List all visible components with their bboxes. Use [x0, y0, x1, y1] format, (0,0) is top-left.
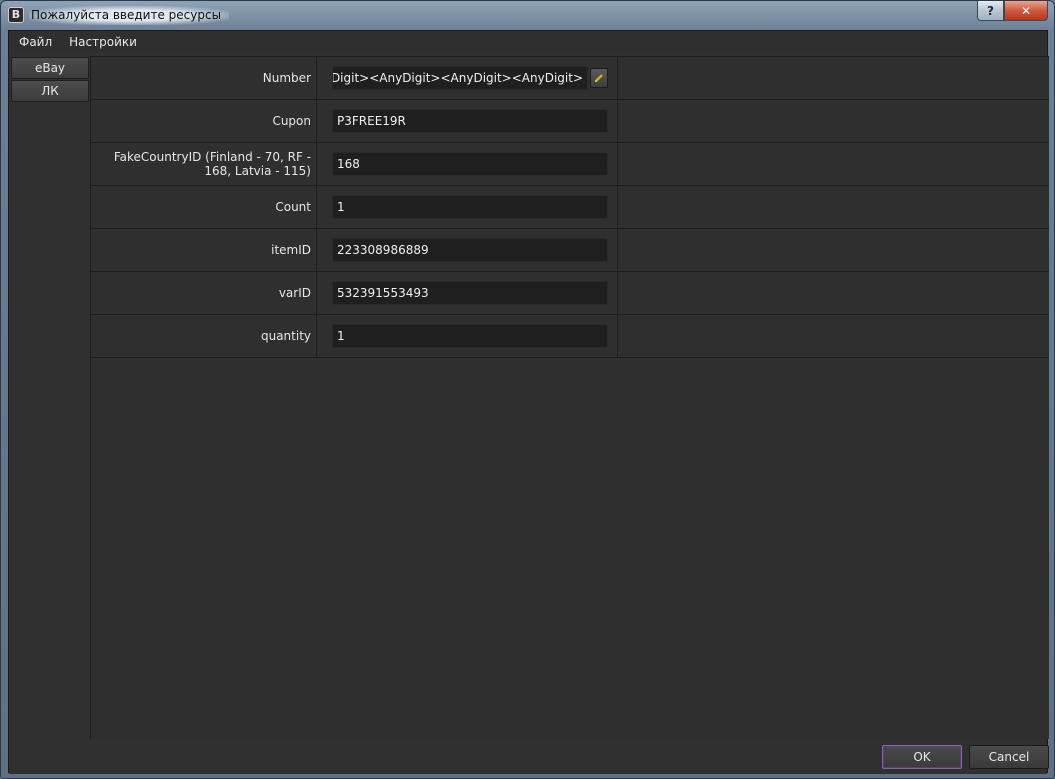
cupon-input[interactable]: P3FREE19R	[332, 109, 608, 133]
client-area: Файл Настройки eBay ЛК Number <AnyDigit>…	[8, 30, 1049, 774]
field-row-count: Count 1	[91, 186, 1049, 229]
quantity-input[interactable]: 1	[332, 324, 608, 348]
app-icon: B	[8, 7, 24, 23]
field-label: quantity	[91, 315, 317, 357]
itemid-input[interactable]: 223308986889	[332, 238, 608, 262]
number-value: <AnyDigit><AnyDigit><AnyDigit><AnyDigit>	[333, 71, 583, 85]
resources-panel: Number <AnyDigit><AnyDigit><AnyDigit><An…	[90, 56, 1049, 739]
field-value-cell: 168	[318, 143, 618, 185]
field-label: itemID	[91, 229, 317, 271]
edit-number-button[interactable]	[590, 68, 608, 88]
field-label: varID	[91, 272, 317, 314]
cancel-button[interactable]: Cancel	[969, 745, 1049, 769]
field-value-cell: <AnyDigit><AnyDigit><AnyDigit><AnyDigit>	[318, 57, 618, 99]
sidebar-item-lk[interactable]: ЛК	[11, 80, 89, 102]
field-row-cupon: Cupon P3FREE19R	[91, 100, 1049, 143]
fakecountryid-input[interactable]: 168	[332, 152, 608, 176]
field-value-cell: P3FREE19R	[318, 100, 618, 142]
menu-bar: Файл Настройки	[9, 31, 1047, 53]
field-value-cell: 532391553493	[318, 272, 618, 314]
field-row-quantity: quantity 1	[91, 315, 1049, 358]
help-icon: ?	[987, 3, 994, 18]
field-row-fakecountryid: FakeCountryID (Finland - 70, RF - 168, L…	[91, 143, 1049, 186]
close-icon: ✕	[1020, 3, 1032, 18]
number-input[interactable]: <AnyDigit><AnyDigit><AnyDigit><AnyDigit>	[332, 66, 588, 90]
field-label: Number	[91, 57, 317, 99]
pencil-icon	[594, 73, 604, 83]
sidebar-item-ebay[interactable]: eBay	[11, 57, 89, 79]
menu-settings[interactable]: Настройки	[62, 31, 144, 53]
window-title: Пожалуйста введите ресурсы	[29, 6, 230, 25]
ok-button[interactable]: OK	[882, 745, 962, 769]
dialog-button-bar: OK Cancel	[9, 740, 1049, 774]
sidebar: eBay ЛК	[11, 57, 89, 103]
field-row-varid: varID 532391553493	[91, 272, 1049, 315]
count-input[interactable]: 1	[332, 195, 608, 219]
dialog-window: B Пожалуйста введите ресурсы ? ✕ Файл На…	[0, 0, 1055, 779]
close-button[interactable]: ✕	[1004, 1, 1048, 21]
field-value-cell: 1	[318, 315, 618, 357]
title-bar[interactable]: B Пожалуйста введите ресурсы ? ✕	[1, 1, 1054, 30]
varid-input[interactable]: 532391553493	[332, 281, 608, 305]
field-row-number: Number <AnyDigit><AnyDigit><AnyDigit><An…	[91, 57, 1049, 100]
field-value-cell: 223308986889	[318, 229, 618, 271]
field-label: FakeCountryID (Finland - 70, RF - 168, L…	[91, 143, 317, 185]
field-row-itemid: itemID 223308986889	[91, 229, 1049, 272]
field-label: Count	[91, 186, 317, 228]
field-label: Cupon	[91, 100, 317, 142]
menu-file[interactable]: Файл	[12, 31, 59, 53]
field-value-cell: 1	[318, 186, 618, 228]
window-controls: ? ✕	[977, 1, 1048, 21]
help-button[interactable]: ?	[977, 1, 1004, 21]
